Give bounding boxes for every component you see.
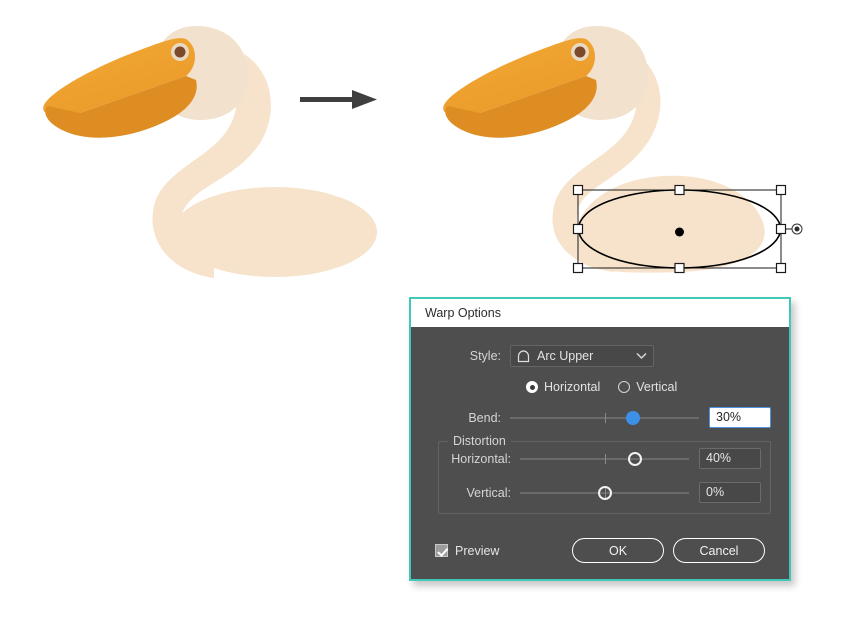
orientation-radio-group: Horizontal Vertical <box>526 380 771 394</box>
distortion-vertical-row: Vertical: 0% <box>448 482 761 503</box>
distortion-legend: Distortion <box>448 434 511 448</box>
bend-value-input[interactable]: 30% <box>709 407 771 428</box>
bend-slider-tick <box>604 412 606 423</box>
ok-button[interactable]: OK <box>572 538 664 563</box>
distortion-horizontal-tick <box>604 453 606 464</box>
bend-slider-knob[interactable] <box>625 410 640 425</box>
handle-middle-left[interactable] <box>572 223 584 235</box>
selection-handles[interactable] <box>572 184 787 274</box>
pelican-body-right-warped <box>574 175 765 273</box>
pelican-beak-pouch-left <box>45 76 197 138</box>
style-select[interactable]: Arc Upper <box>510 345 654 367</box>
distortion-vertical-label: Vertical: <box>466 485 511 500</box>
pelican-beak-pouch-right <box>445 76 597 138</box>
original-pelican <box>43 26 377 278</box>
handle-middle-right[interactable] <box>775 223 787 235</box>
pelican-head-right <box>553 26 649 120</box>
preview-label: Preview <box>455 543 500 558</box>
dialog-title: Warp Options <box>425 306 501 320</box>
radio-vertical-indicator[interactable] <box>618 381 631 393</box>
handle-top-left[interactable] <box>572 184 584 196</box>
center-anchor-dot[interactable] <box>675 227 684 237</box>
distortion-group: Distortion Horizontal: 40% Vertical: 0% <box>438 434 771 514</box>
arc-upper-icon <box>517 349 530 362</box>
pelican-eye-left <box>174 46 186 58</box>
style-row: Style: Arc Upper <box>429 345 771 367</box>
chevron-down-icon <box>636 352 647 360</box>
pelican-neck-left-thick <box>152 42 261 278</box>
bend-label: Bend: <box>468 410 501 425</box>
radio-vertical-label: Vertical <box>636 380 678 394</box>
illustrator-canvas: Warp Options Style: Arc Upper Horizontal… <box>0 0 850 636</box>
reference-point-outer[interactable] <box>791 223 803 235</box>
dialog-footer: Preview OK Cancel <box>429 538 771 563</box>
radio-horizontal-label: Horizontal <box>544 380 601 394</box>
distortion-vertical-slider[interactable] <box>520 484 689 502</box>
pelican-body-left <box>173 187 377 277</box>
pelican-neck-right <box>552 42 661 272</box>
pelican-eye-ring-right <box>571 43 589 61</box>
bend-row: Bend: 30% <box>429 407 771 428</box>
warped-pelican <box>443 26 765 273</box>
distortion-horizontal-input[interactable]: 40% <box>699 448 761 469</box>
selection-overlay[interactable] <box>572 184 803 274</box>
radio-vertical[interactable]: Vertical <box>618 380 677 394</box>
handle-bottom-right[interactable] <box>775 262 787 274</box>
selection-bounding-box[interactable] <box>577 189 782 269</box>
artboard-artwork <box>43 26 803 278</box>
pelican-eye-ring-left <box>171 43 189 61</box>
pelican-head-left <box>153 26 249 120</box>
pelican-beak-upper-left <box>43 38 195 117</box>
style-label: Style: <box>469 349 501 363</box>
radio-horizontal-indicator[interactable] <box>526 381 538 393</box>
preview-checkbox-wrap[interactable]: Preview <box>435 544 499 558</box>
distortion-horizontal-label: Horizontal: <box>451 451 511 466</box>
radio-horizontal[interactable]: Horizontal <box>526 380 600 394</box>
dialog-body: Style: Arc Upper Horizontal Vertical Ben… <box>411 327 789 579</box>
dialog-buttons: OK Cancel <box>572 538 771 563</box>
distortion-vertical-knob[interactable] <box>597 485 612 500</box>
handle-top-right[interactable] <box>775 184 787 196</box>
pelican-beak-upper-right <box>443 38 595 117</box>
handle-bottom-center[interactable] <box>674 262 685 274</box>
warp-options-dialog: Warp Options Style: Arc Upper Horizontal… <box>409 297 791 581</box>
distortion-horizontal-knob[interactable] <box>627 451 642 466</box>
distortion-horizontal-row: Horizontal: 40% <box>448 448 761 469</box>
bend-slider[interactable] <box>510 409 699 427</box>
cancel-button[interactable]: Cancel <box>673 538 765 563</box>
pelican-eye-right <box>574 46 586 58</box>
transform-arrow-icon <box>300 90 377 109</box>
dialog-titlebar: Warp Options <box>411 299 789 327</box>
style-value: Arc Upper <box>537 348 594 363</box>
pelican-neck-left <box>168 44 271 252</box>
handle-top-center[interactable] <box>674 184 685 196</box>
distortion-horizontal-slider[interactable] <box>520 450 689 468</box>
selection-ellipse-path[interactable] <box>577 189 782 269</box>
reference-point-inner[interactable] <box>794 226 800 232</box>
distortion-vertical-input[interactable]: 0% <box>699 482 761 503</box>
preview-checkbox[interactable] <box>435 544 448 557</box>
handle-bottom-left[interactable] <box>572 262 584 274</box>
